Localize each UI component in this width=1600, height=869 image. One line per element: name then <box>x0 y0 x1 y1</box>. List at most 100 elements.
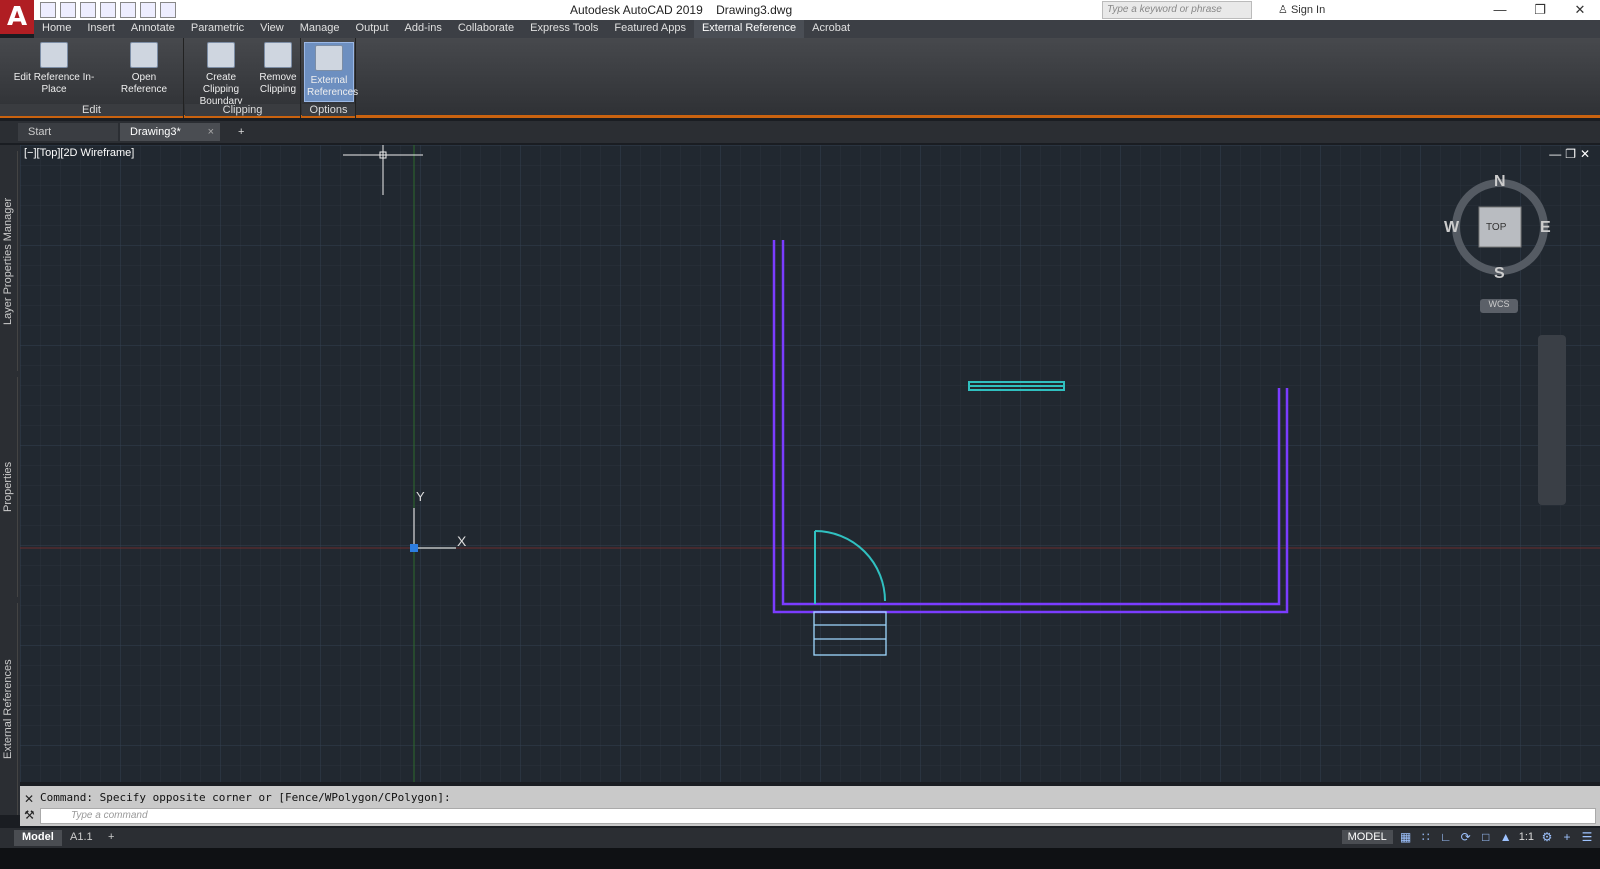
remove-clipping-label: Remove Clipping <box>259 72 296 95</box>
open-reference-label: Open Reference <box>121 72 167 95</box>
document-tabs: Start Drawing3* × + <box>0 121 1600 143</box>
customize-menu-icon[interactable]: ☰ <box>1580 830 1594 844</box>
side-palettes: Layer Properties Manager Properties Exte… <box>0 145 20 815</box>
close-button[interactable]: ✕ <box>1560 0 1600 20</box>
drawing-tab-label: Drawing3* <box>130 126 181 138</box>
tab-manage[interactable]: Manage <box>292 20 348 38</box>
status-tools: MODEL ▦ ∷ ∟ ⟳ □ ▲ 1:1 ⚙ + ☰ <box>1342 830 1594 844</box>
ribbon: Edit Reference In-Place Open Reference E… <box>0 38 1600 118</box>
tab-parametric[interactable]: Parametric <box>183 20 252 38</box>
drawing-viewport[interactable]: [−][Top][2D Wireframe] —❐✕ Y X TOP N S E… <box>20 145 1600 782</box>
wcs-menu-button[interactable]: WCS <box>1480 299 1518 313</box>
viewcube-east[interactable]: E <box>1540 219 1551 237</box>
ribbon-panel-options: External References Options <box>302 38 356 118</box>
close-command-line-icon[interactable]: ✕ <box>24 792 34 806</box>
save-icon[interactable] <box>80 2 96 18</box>
external-references-icon <box>315 45 343 71</box>
panel-title-options: Options <box>302 104 355 116</box>
tab-insert[interactable]: Insert <box>79 20 123 38</box>
settings-gear-icon[interactable]: ⚙ <box>1540 830 1554 844</box>
tab-acrobat[interactable]: Acrobat <box>804 20 858 38</box>
quick-access-toolbar <box>40 2 176 18</box>
edit-reference-in-place-button[interactable]: Edit Reference In-Place <box>4 42 104 96</box>
viewcube-north[interactable]: N <box>1494 173 1506 191</box>
undo-icon[interactable] <box>140 2 156 18</box>
tab-featured-apps[interactable]: Featured Apps <box>606 20 694 38</box>
window-controls: — ❐ ✕ <box>1480 0 1600 20</box>
close-tab-icon[interactable]: × <box>208 126 214 138</box>
tab-express-tools[interactable]: Express Tools <box>522 20 606 38</box>
remove-clipping-button[interactable]: Remove Clipping <box>257 42 299 96</box>
panel-title-clipping: Clipping <box>185 104 300 116</box>
layer-properties-manager-tab[interactable]: Layer Properties Manager <box>2 151 18 371</box>
tab-collaborate[interactable]: Collaborate <box>450 20 522 38</box>
tab-external-reference[interactable]: External Reference <box>694 20 804 38</box>
tab-drawing3[interactable]: Drawing3* × <box>120 123 220 141</box>
properties-tab[interactable]: Properties <box>2 377 18 597</box>
viewport-window-controls[interactable]: —❐✕ <box>1549 147 1594 161</box>
redo-icon[interactable] <box>160 2 176 18</box>
tab-model[interactable]: Model <box>14 830 62 846</box>
viewport-controls-label[interactable]: [−][Top][2D Wireframe] <box>24 147 134 159</box>
ucs-x-label: X <box>457 533 466 549</box>
minimize-button[interactable]: — <box>1480 0 1520 20</box>
model-space-toggle[interactable]: MODEL <box>1342 830 1393 844</box>
viewcube-top-face[interactable]: TOP <box>1486 222 1506 233</box>
command-line: ✕ Command: Specify opposite corner or [F… <box>20 786 1600 826</box>
viewcube-south[interactable]: S <box>1494 265 1505 283</box>
navigation-bar[interactable] <box>1538 335 1566 505</box>
tab-add-ins[interactable]: Add-ins <box>397 20 450 38</box>
search-input[interactable]: Type a keyword or phrase <box>1102 1 1252 19</box>
add-layout-button[interactable]: + <box>100 830 122 846</box>
open-reference-button[interactable]: Open Reference <box>108 42 180 96</box>
command-input[interactable]: Type a command <box>40 808 1596 824</box>
sign-in-button[interactable]: ♙ Sign In <box>1278 3 1325 16</box>
open-file-icon[interactable] <box>60 2 76 18</box>
external-references-tab[interactable]: External References <box>2 603 18 815</box>
tab-start[interactable]: Start <box>18 123 118 141</box>
new-file-icon[interactable] <box>40 2 56 18</box>
window-title: Autodesk AutoCAD 2019 Drawing3.dwg <box>570 3 792 17</box>
restore-button[interactable]: ❐ <box>1520 0 1560 20</box>
plus-icon[interactable]: + <box>1560 830 1574 844</box>
panel-title-edit: Edit <box>0 104 183 116</box>
annotation-scale-icon[interactable]: ▲ <box>1499 830 1513 844</box>
snap-icon[interactable]: ∷ <box>1419 830 1433 844</box>
grid-icon[interactable]: ▦ <box>1399 830 1413 844</box>
sign-in-label: Sign In <box>1291 4 1325 16</box>
ribbon-panel-edit: Edit Reference In-Place Open Reference E… <box>0 38 184 118</box>
save-as-icon[interactable] <box>100 2 116 18</box>
create-clipping-boundary-button[interactable]: Create Clipping Boundary <box>187 42 255 108</box>
tab-view[interactable]: View <box>252 20 292 38</box>
file-name: Drawing3.dwg <box>716 3 792 17</box>
ortho-icon[interactable]: ∟ <box>1439 830 1453 844</box>
command-history: Command: Specify opposite corner or [Fen… <box>40 791 451 804</box>
plot-icon[interactable] <box>120 2 136 18</box>
taskbar-strip <box>0 848 1600 869</box>
osnap-icon[interactable]: □ <box>1479 830 1493 844</box>
edit-reference-label: Edit Reference In-Place <box>14 72 95 95</box>
user-icon: ♙ <box>1278 4 1288 16</box>
open-reference-icon <box>130 42 158 68</box>
create-clipping-icon <box>207 42 235 68</box>
application-menu-button[interactable]: A <box>0 0 34 34</box>
app-name: Autodesk AutoCAD 2019 <box>570 3 703 17</box>
tab-annotate[interactable]: Annotate <box>123 20 183 38</box>
external-references-button[interactable]: External References <box>304 42 354 102</box>
status-bar: Model A1.1 + MODEL ▦ ∷ ∟ ⟳ □ ▲ 1:1 ⚙ + ☰ <box>0 828 1600 848</box>
title-bar: A Autodesk AutoCAD 2019 Drawing3.dwg Typ… <box>0 0 1600 20</box>
polar-icon[interactable]: ⟳ <box>1459 830 1473 844</box>
tab-layout-a1-1[interactable]: A1.1 <box>62 830 101 846</box>
drawing-canvas[interactable] <box>20 145 1600 782</box>
tab-output[interactable]: Output <box>348 20 397 38</box>
annotation-scale-value[interactable]: 1:1 <box>1519 831 1534 843</box>
ribbon-panel-clipping: Create Clipping Boundary Remove Clipping… <box>185 38 301 118</box>
edit-reference-icon <box>40 42 68 68</box>
new-tab-button[interactable]: + <box>228 123 248 141</box>
customize-icon[interactable]: ⚒ <box>24 808 35 822</box>
external-references-label: External References <box>307 75 358 98</box>
ucs-y-label: Y <box>416 489 425 504</box>
viewcube-west[interactable]: W <box>1444 219 1459 237</box>
remove-clipping-icon <box>264 42 292 68</box>
tab-home[interactable]: Home <box>34 20 79 38</box>
